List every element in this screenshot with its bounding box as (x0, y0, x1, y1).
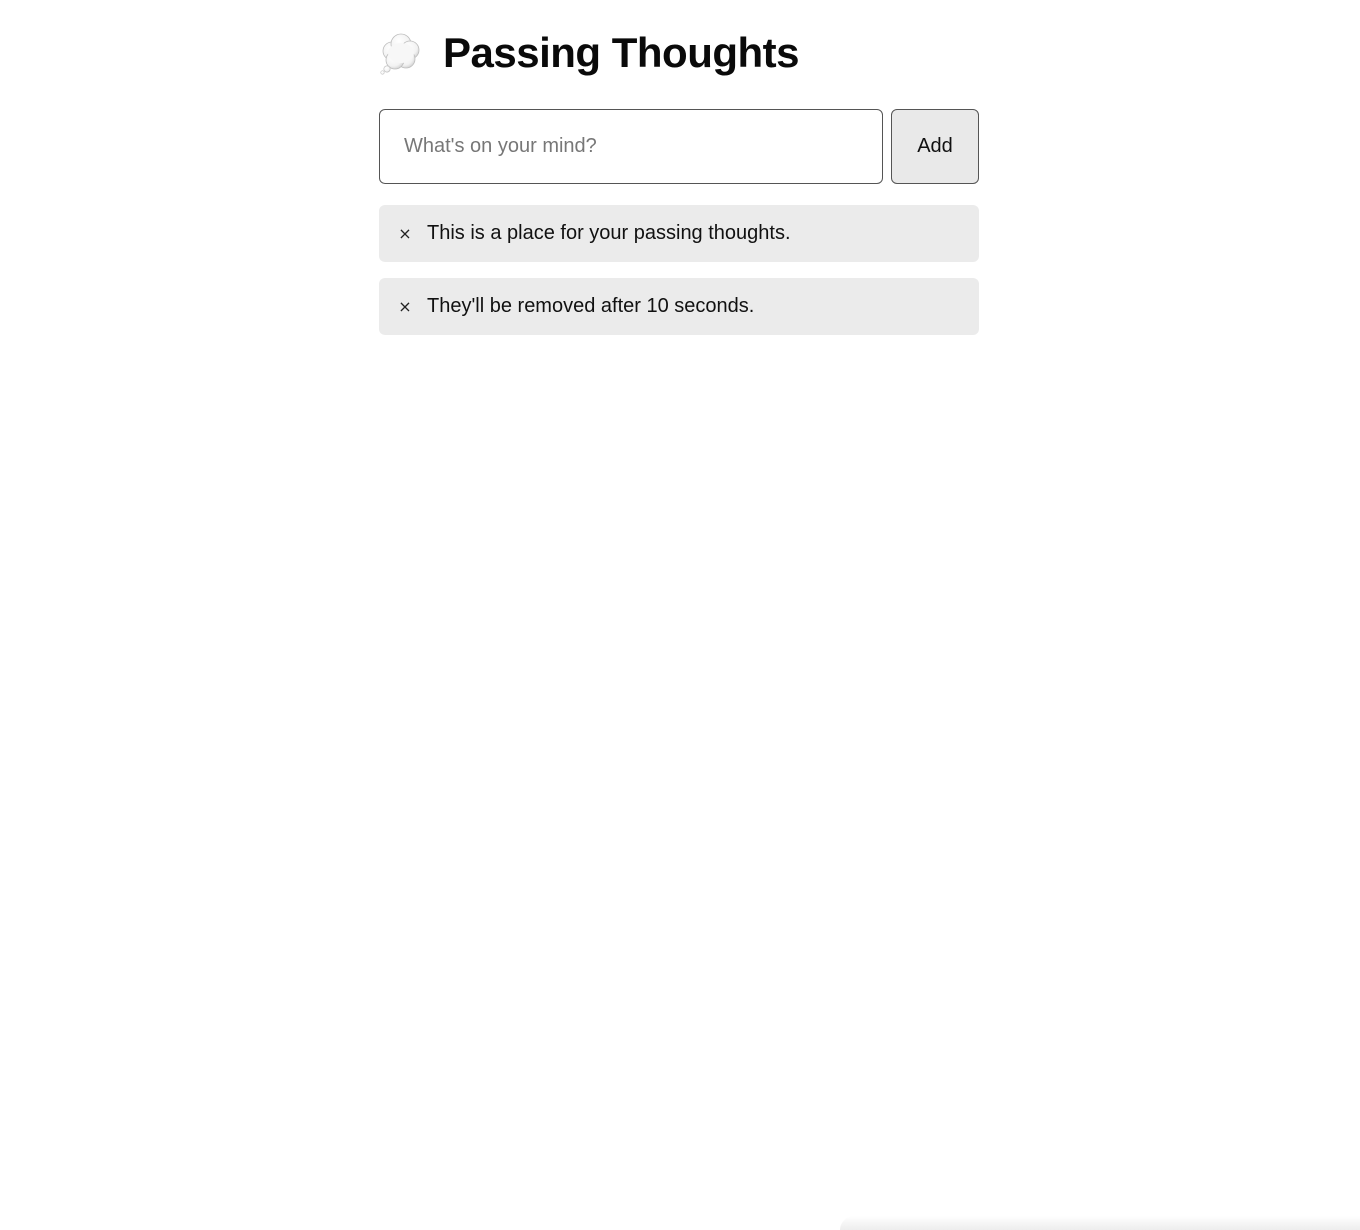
main-container: Passing Thoughts Add × This is a place f… (379, 0, 979, 351)
thought-text: They'll be removed after 10 seconds. (427, 295, 755, 317)
page: Passing Thoughts Add × This is a place f… (0, 0, 1360, 1230)
remove-thought-button[interactable]: × (397, 297, 413, 317)
thought-input[interactable] (379, 109, 883, 184)
thought-item: × They'll be removed after 10 seconds. (379, 278, 979, 335)
thought-item: × This is a place for your passing thoug… (379, 205, 979, 262)
add-button[interactable]: Add (891, 109, 979, 184)
thought-text: This is a place for your passing thought… (427, 222, 791, 244)
page-title: Passing Thoughts (443, 29, 800, 76)
window-edge-shadow (840, 1216, 1360, 1230)
remove-thought-button[interactable]: × (397, 224, 413, 244)
thought-balloon-icon (379, 31, 423, 75)
header: Passing Thoughts (379, 0, 979, 106)
thought-list: × This is a place for your passing thoug… (379, 205, 979, 335)
thought-form: Add (379, 109, 979, 184)
